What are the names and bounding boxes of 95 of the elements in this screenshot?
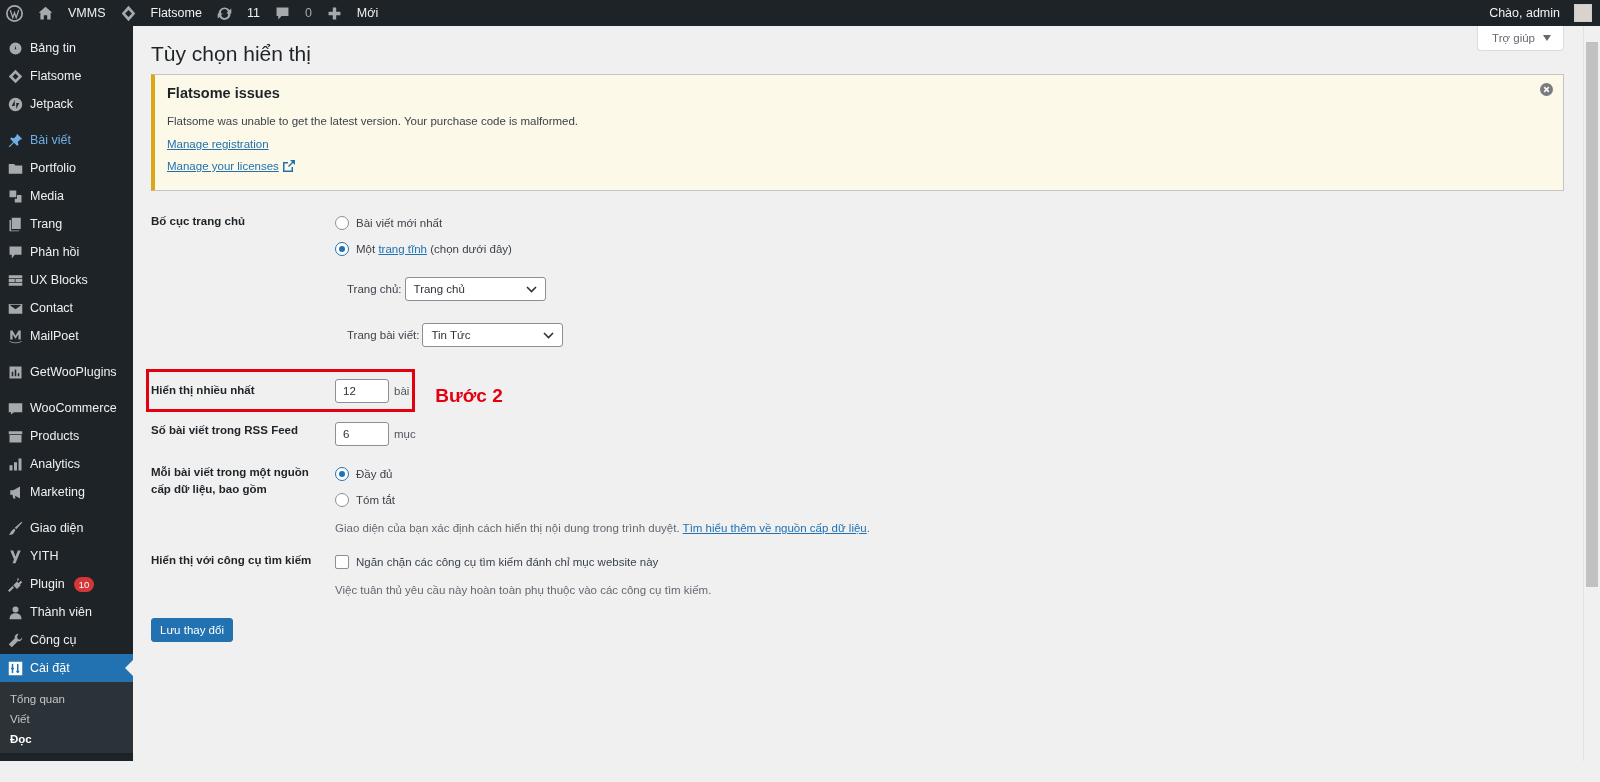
field-label: Mỗi bài viết trong một nguồn cấp dữ liệu, bao gồm bbox=[151, 465, 310, 498]
sidebar-item[interactable]: Bảng tin bbox=[0, 34, 133, 62]
sidebar-item[interactable]: GetWooPlugins bbox=[0, 358, 133, 386]
option-label: Tóm tắt bbox=[356, 494, 395, 506]
blocks-icon bbox=[8, 272, 23, 288]
speech-box-icon bbox=[8, 400, 23, 416]
megaphone-icon bbox=[8, 484, 23, 500]
media-icon bbox=[8, 188, 23, 204]
sidebar-item[interactable]: Bài viết bbox=[0, 126, 133, 154]
help-text: Việc tuân thủ yêu cầu này hoàn toàn phụ thuộc vào các công cụ tìm kiếm. bbox=[335, 584, 712, 596]
checkbox[interactable] bbox=[335, 555, 349, 569]
option-label: Ngăn chặn các công cụ tìm kiếm đánh chỉ mục website này bbox=[356, 556, 659, 568]
paintbrush-icon bbox=[8, 520, 23, 536]
toolbar-link[interactable]: Mới bbox=[356, 6, 379, 20]
toolbar-link[interactable]: 11 bbox=[246, 6, 260, 20]
unit-label: bài bbox=[394, 385, 410, 397]
annotation-text: Bước 2 bbox=[435, 384, 503, 407]
notice-link[interactable]: Manage your licenses bbox=[167, 160, 295, 172]
sidebar-item[interactable]: Portfolio bbox=[0, 154, 133, 182]
notice-title: Flatsome issues bbox=[167, 85, 280, 101]
sidebar-item[interactable]: Flatsome bbox=[0, 62, 133, 90]
toolbar-link[interactable]: 0 bbox=[304, 6, 312, 20]
greeting-text[interactable]: Chào, admin bbox=[1489, 6, 1560, 20]
sidebar-item[interactable]: Công cụ bbox=[0, 626, 133, 654]
field-label: Hiển thị nhiều nhất bbox=[151, 383, 256, 399]
chevron-down-icon bbox=[525, 285, 537, 293]
field-label: Bố cục trang chủ bbox=[151, 214, 246, 230]
pushpin-icon bbox=[8, 132, 23, 148]
sidebar-item[interactable]: WooCommerce bbox=[0, 394, 133, 422]
sidebar-item[interactable]: Cài đặt bbox=[0, 654, 133, 682]
sidebar-item[interactable]: Phản hồi bbox=[0, 238, 133, 266]
sidebar-item[interactable]: Plugin 10 bbox=[0, 570, 133, 598]
bar-chart-icon bbox=[8, 456, 23, 472]
sidebar-item[interactable]: Trang bbox=[0, 210, 133, 238]
help-text: Giao diện của bạn xác định cách hiển thị nội dung trong trình duyệt. Tìm hiểu thêm về nguồn cấp dữ liệu. bbox=[335, 522, 870, 534]
save-button[interactable]: Lưu thay đổi bbox=[151, 618, 233, 642]
option-label: Một trang tĩnh (chọn dưới đây) bbox=[356, 243, 512, 255]
diamond-icon[interactable] bbox=[119, 4, 137, 22]
plug-icon bbox=[8, 576, 23, 592]
sidebar-item[interactable]: Giao diện bbox=[0, 514, 133, 542]
radio-button[interactable] bbox=[335, 467, 349, 481]
page-title: Tùy chọn hiển thị bbox=[151, 42, 311, 66]
select-label: Trang chủ: bbox=[347, 283, 402, 295]
unit-label: mục bbox=[394, 428, 416, 440]
radio-button[interactable] bbox=[335, 242, 349, 256]
sliders-icon bbox=[8, 660, 23, 676]
circle-logo-icon[interactable] bbox=[6, 4, 23, 22]
sidebar-item[interactable]: Contact bbox=[0, 294, 133, 322]
diamond-icon bbox=[8, 68, 23, 84]
home-icon[interactable] bbox=[37, 4, 54, 22]
sidebar-item[interactable]: Thành viên bbox=[0, 598, 133, 626]
toolbar-link[interactable]: Flatsome bbox=[150, 6, 202, 20]
notice-message: Flatsome was unable to get the latest version. Your purchase code is malformed. bbox=[167, 115, 580, 127]
sidebar-item[interactable]: Products bbox=[0, 422, 133, 450]
pages-icon bbox=[8, 216, 23, 232]
dropdown[interactable]: Tin Tức bbox=[422, 323, 564, 347]
radio-button[interactable] bbox=[335, 493, 349, 507]
number-field[interactable]: 6 bbox=[335, 422, 389, 446]
submenu-item[interactable]: Đọc bbox=[0, 729, 133, 749]
chart-box-icon bbox=[8, 364, 23, 380]
y-mark-icon bbox=[8, 548, 23, 564]
close-icon[interactable] bbox=[1540, 83, 1553, 96]
help-button[interactable]: Trợ giúp bbox=[1477, 26, 1564, 51]
sidebar-item[interactable]: Jetpack bbox=[0, 90, 133, 118]
wrench-icon bbox=[8, 632, 23, 648]
sidebar-item[interactable]: Analytics bbox=[0, 450, 133, 478]
option-label: Bài viết mới nhất bbox=[356, 217, 443, 229]
sidebar-item[interactable]: Media bbox=[0, 182, 133, 210]
count-badge: 10 bbox=[73, 576, 95, 592]
dropdown[interactable]: Trang chủ bbox=[404, 277, 546, 301]
sidebar-item[interactable]: Marketing bbox=[0, 478, 133, 506]
caret-icon bbox=[1543, 35, 1551, 41]
sidebar-item[interactable]: UX Blocks bbox=[0, 266, 133, 294]
number-field[interactable]: 12 bbox=[335, 379, 389, 403]
chevron-down-icon bbox=[543, 331, 555, 339]
sidebar-item[interactable]: MailPoet bbox=[0, 322, 133, 350]
toolbar-link[interactable]: VMMS bbox=[68, 6, 106, 20]
scrollbar[interactable] bbox=[1583, 26, 1600, 761]
field-label: Số bài viết trong RSS Feed bbox=[151, 423, 299, 438]
sidebar-item[interactable]: YITH bbox=[0, 542, 133, 570]
archive-box-icon bbox=[8, 428, 23, 444]
gauge-icon bbox=[8, 40, 23, 56]
field-label: Hiển thị với công cụ tìm kiếm bbox=[151, 553, 313, 569]
external-link-icon bbox=[282, 160, 295, 172]
notice-link[interactable]: Manage registration bbox=[167, 138, 269, 150]
submenu-item[interactable]: Tổng quan bbox=[0, 689, 133, 709]
submenu-item[interactable]: Viết bbox=[0, 709, 133, 729]
select-label: Trang bài viết: bbox=[347, 329, 420, 341]
text-link[interactable]: trang tĩnh bbox=[378, 243, 427, 255]
m-mark-icon bbox=[8, 328, 23, 344]
option-label: Đầy đủ bbox=[356, 468, 393, 480]
text-link[interactable]: Tìm hiểu thêm về nguồn cấp dữ liệu bbox=[682, 522, 867, 534]
person-icon bbox=[8, 604, 23, 620]
speech-bubble-icon bbox=[8, 244, 23, 260]
radio-button[interactable] bbox=[335, 216, 349, 230]
